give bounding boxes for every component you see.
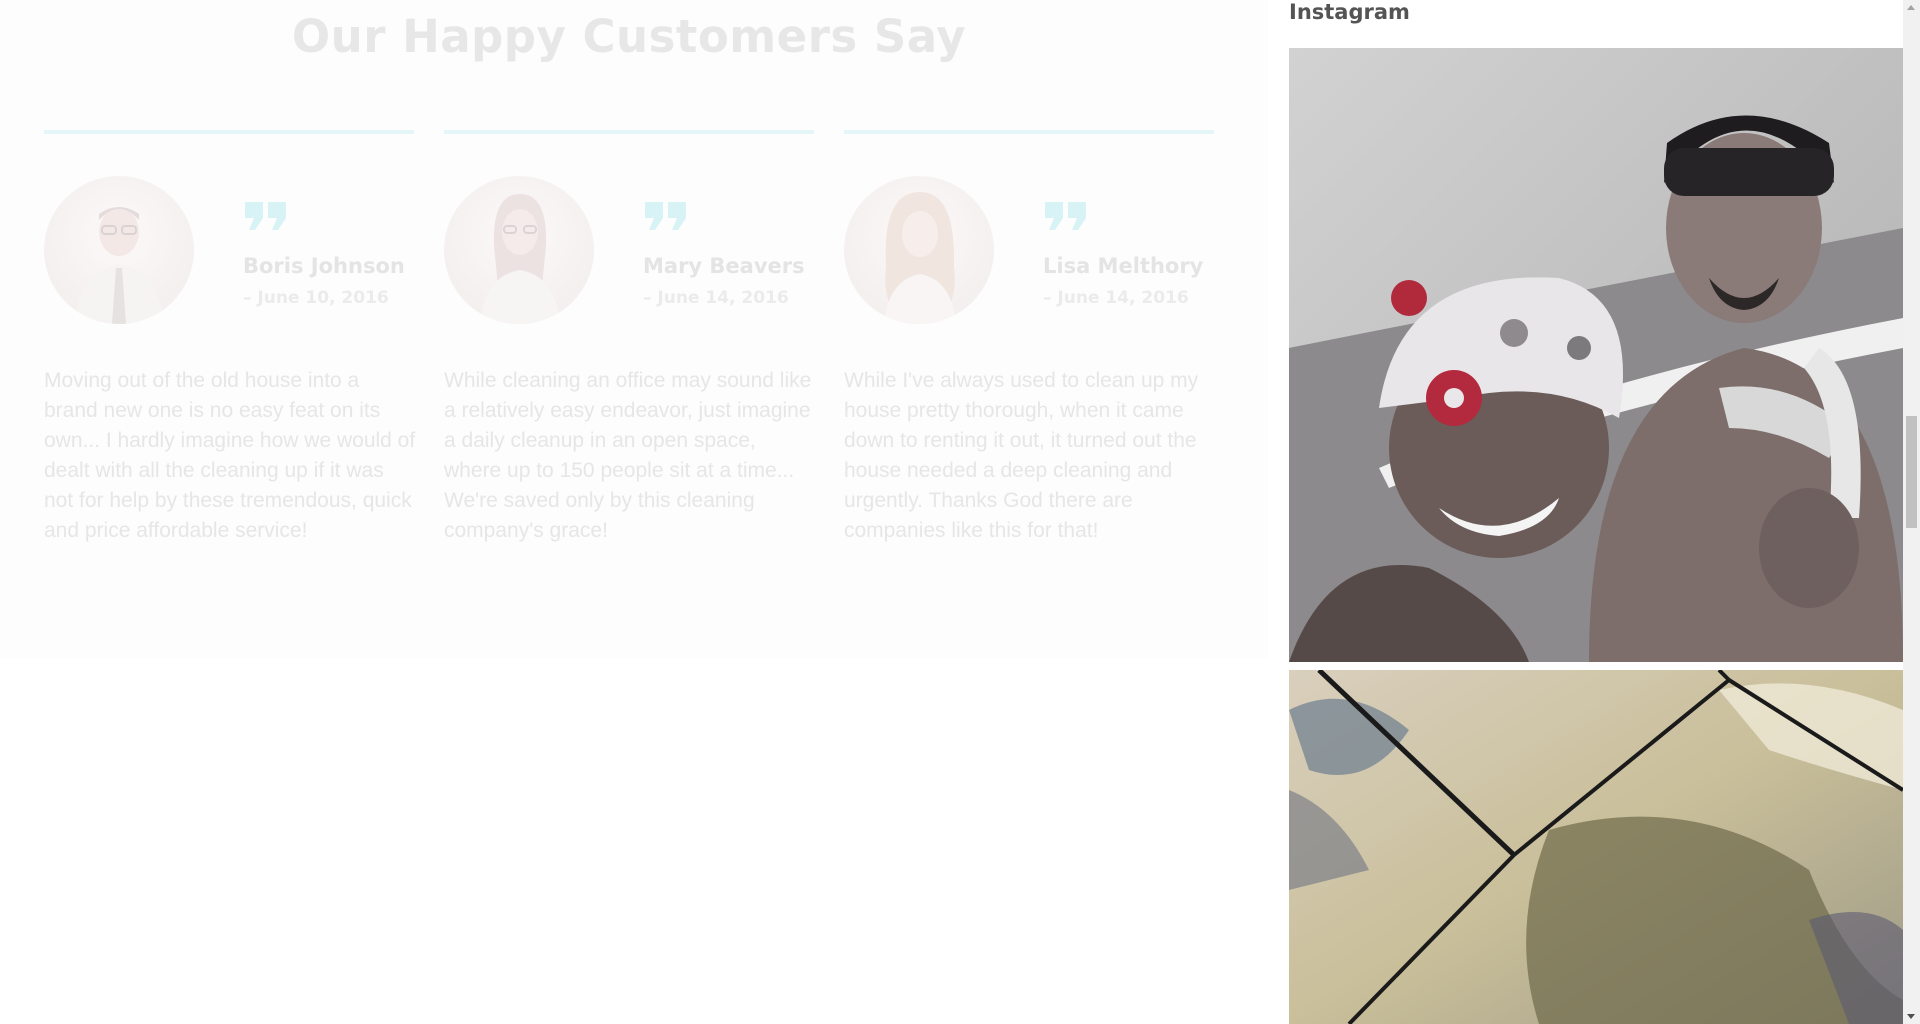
quote-icon	[1045, 202, 1086, 230]
bathtub-photo[interactable]	[1289, 48, 1903, 662]
instagram-title: Instagram	[1289, 0, 1410, 24]
author-name: Mary Beavers	[643, 254, 805, 278]
tile-floor-photo[interactable]	[1289, 670, 1903, 1024]
page: Our Happy Customers Say Boris Johnson –	[0, 0, 1920, 1024]
testimonial-card: Mary Beavers – June 14, 2016 While clean…	[444, 130, 814, 590]
review-date: – June 10, 2016	[243, 288, 389, 308]
man-with-glasses-avatar	[44, 176, 194, 324]
quote-icon	[245, 202, 286, 230]
review-date: – June 14, 2016	[643, 288, 789, 308]
testimonial-text: While cleaning an office may sound like …	[444, 369, 812, 542]
woman-with-glasses-avatar	[444, 176, 594, 324]
scroll-down-arrow-icon[interactable]	[1907, 1014, 1915, 1019]
testimonial-card: Boris Johnson – June 10, 2016 Moving out…	[44, 130, 416, 590]
scroll-thumb[interactable]	[1906, 416, 1917, 528]
card-divider	[844, 130, 1214, 134]
scroll-up-arrow-icon[interactable]	[1907, 5, 1915, 10]
author-name: Lisa Melthory	[1043, 254, 1204, 278]
page-scrollbar[interactable]	[1903, 0, 1920, 1024]
section-title: Our Happy Customers Say	[291, 10, 967, 63]
testimonial-text: Moving out of the old house into a brand…	[44, 369, 416, 542]
card-divider	[44, 130, 414, 134]
quote-icon	[645, 202, 686, 230]
testimonial-card: Lisa Melthory – June 14, 2016 While I've…	[844, 130, 1214, 590]
review-date: – June 14, 2016	[1043, 288, 1189, 308]
woman-long-hair-avatar	[844, 176, 994, 324]
card-divider	[444, 130, 814, 134]
testimonials-section: Our Happy Customers Say Boris Johnson –	[0, 0, 1268, 658]
testimonial-text: While I've always used to clean up my ho…	[844, 369, 1199, 542]
author-name: Boris Johnson	[243, 254, 405, 278]
